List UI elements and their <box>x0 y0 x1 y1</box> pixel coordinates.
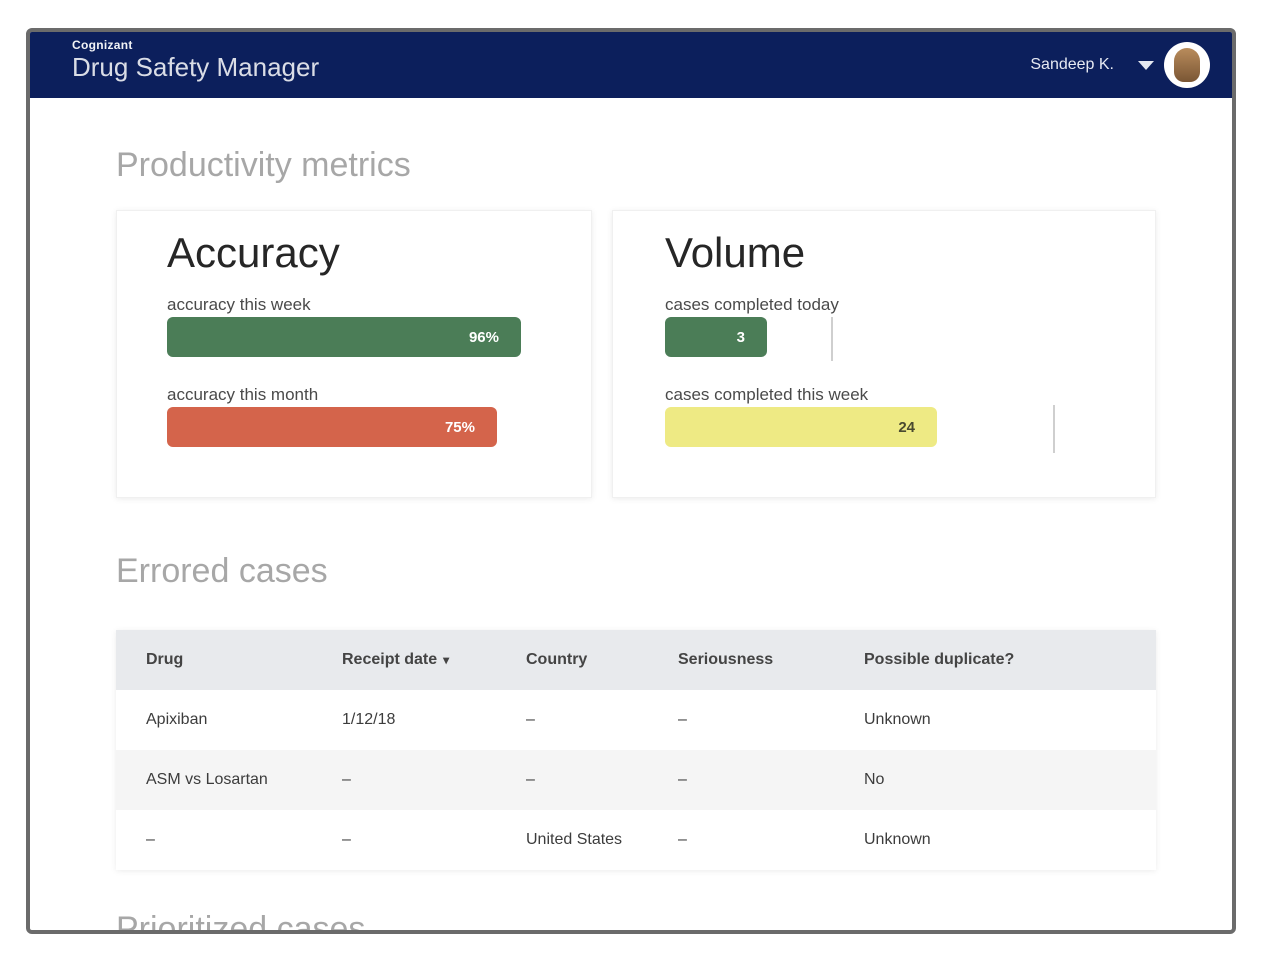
accuracy-month-label: accuracy this month <box>167 385 319 404</box>
column-header-seriousness[interactable]: Seriousness <box>648 651 834 669</box>
cell-receipt-date: – <box>342 771 351 788</box>
app-title: Drug Safety Manager <box>72 52 320 82</box>
prioritized-cases-title: Prioritized cases <box>116 910 366 934</box>
accuracy-month-value: 75% <box>444 418 475 436</box>
column-header-drug[interactable]: Drug <box>116 651 312 669</box>
accuracy-card: Accuracy accuracy this week 96% accuracy… <box>116 210 592 498</box>
metric-cards: Accuracy accuracy this week 96% accuracy… <box>116 210 1156 500</box>
errored-cases-table: Drug Receipt date ▾ Country Seriousness P… <box>116 630 1156 870</box>
brand-company: Cognizant <box>72 38 133 52</box>
cell-drug: – <box>146 831 155 848</box>
table-row[interactable]: – – United States – Unknown <box>116 810 1156 870</box>
column-header-receipt-date[interactable]: Receipt date ▾ <box>312 651 496 669</box>
column-header-possible-duplicate[interactable]: Possible duplicate? <box>834 651 1156 669</box>
cell-drug: ASM vs Losartan <box>146 771 268 788</box>
user-menu[interactable]: Sandeep K. <box>1030 40 1210 90</box>
volume-today-bar: 3 <box>665 317 767 357</box>
table-header: Drug Receipt date ▾ Country Seriousness P… <box>116 630 1156 690</box>
cell-possible-duplicate: No <box>864 771 885 788</box>
productivity-title: Productivity metrics <box>116 146 411 184</box>
app-header: Cognizant Drug Safety Manager Sandeep K. <box>30 32 1232 98</box>
avatar[interactable] <box>1164 42 1210 88</box>
cell-seriousness: – <box>678 831 687 848</box>
volume-today-label: cases completed today <box>665 295 839 314</box>
volume-title: Volume <box>665 229 806 276</box>
accuracy-week-label: accuracy this week <box>167 295 311 314</box>
table-row[interactable]: ASM vs Losartan – – – No <box>116 750 1156 810</box>
user-photo-icon <box>1174 48 1200 82</box>
volume-week-value: 24 <box>898 418 915 436</box>
cell-seriousness: – <box>678 711 687 728</box>
cell-country: – <box>526 711 535 728</box>
cell-country: United States <box>526 831 623 848</box>
table-row[interactable]: Apixiban 1/12/18 – – Unknown <box>116 690 1156 750</box>
cell-drug: Apixiban <box>146 711 208 728</box>
cell-country: – <box>526 771 535 788</box>
sort-desc-icon[interactable]: ▾ <box>443 653 449 667</box>
volume-week-target-line <box>1053 405 1055 453</box>
volume-week-bar: 24 <box>665 407 937 447</box>
volume-week-label: cases completed this week <box>665 385 869 404</box>
accuracy-title: Accuracy <box>167 229 340 276</box>
volume-today-target-line <box>831 317 833 361</box>
cell-seriousness: – <box>678 771 687 788</box>
cell-receipt-date: – <box>342 831 351 848</box>
brand[interactable]: Cognizant Drug Safety Manager <box>72 38 319 82</box>
user-name: Sandeep K. <box>1030 56 1114 73</box>
accuracy-week-value: 96% <box>468 328 499 346</box>
app-window: Cognizant Drug Safety Manager Sandeep K.… <box>26 28 1236 934</box>
volume-card: Volume cases completed today 3 cases com… <box>612 210 1156 498</box>
receipt-date-label: Receipt date <box>342 651 438 668</box>
cell-possible-duplicate: Unknown <box>864 711 931 728</box>
cell-possible-duplicate: Unknown <box>864 831 931 848</box>
volume-today-value: 3 <box>736 328 745 346</box>
chevron-down-icon[interactable] <box>1138 60 1154 70</box>
errored-cases-title: Errored cases <box>116 552 328 590</box>
column-header-country[interactable]: Country <box>496 651 648 669</box>
accuracy-week-bar: 96% <box>167 317 521 357</box>
accuracy-month-bar: 75% <box>167 407 497 447</box>
cell-receipt-date: 1/12/18 <box>342 711 396 728</box>
